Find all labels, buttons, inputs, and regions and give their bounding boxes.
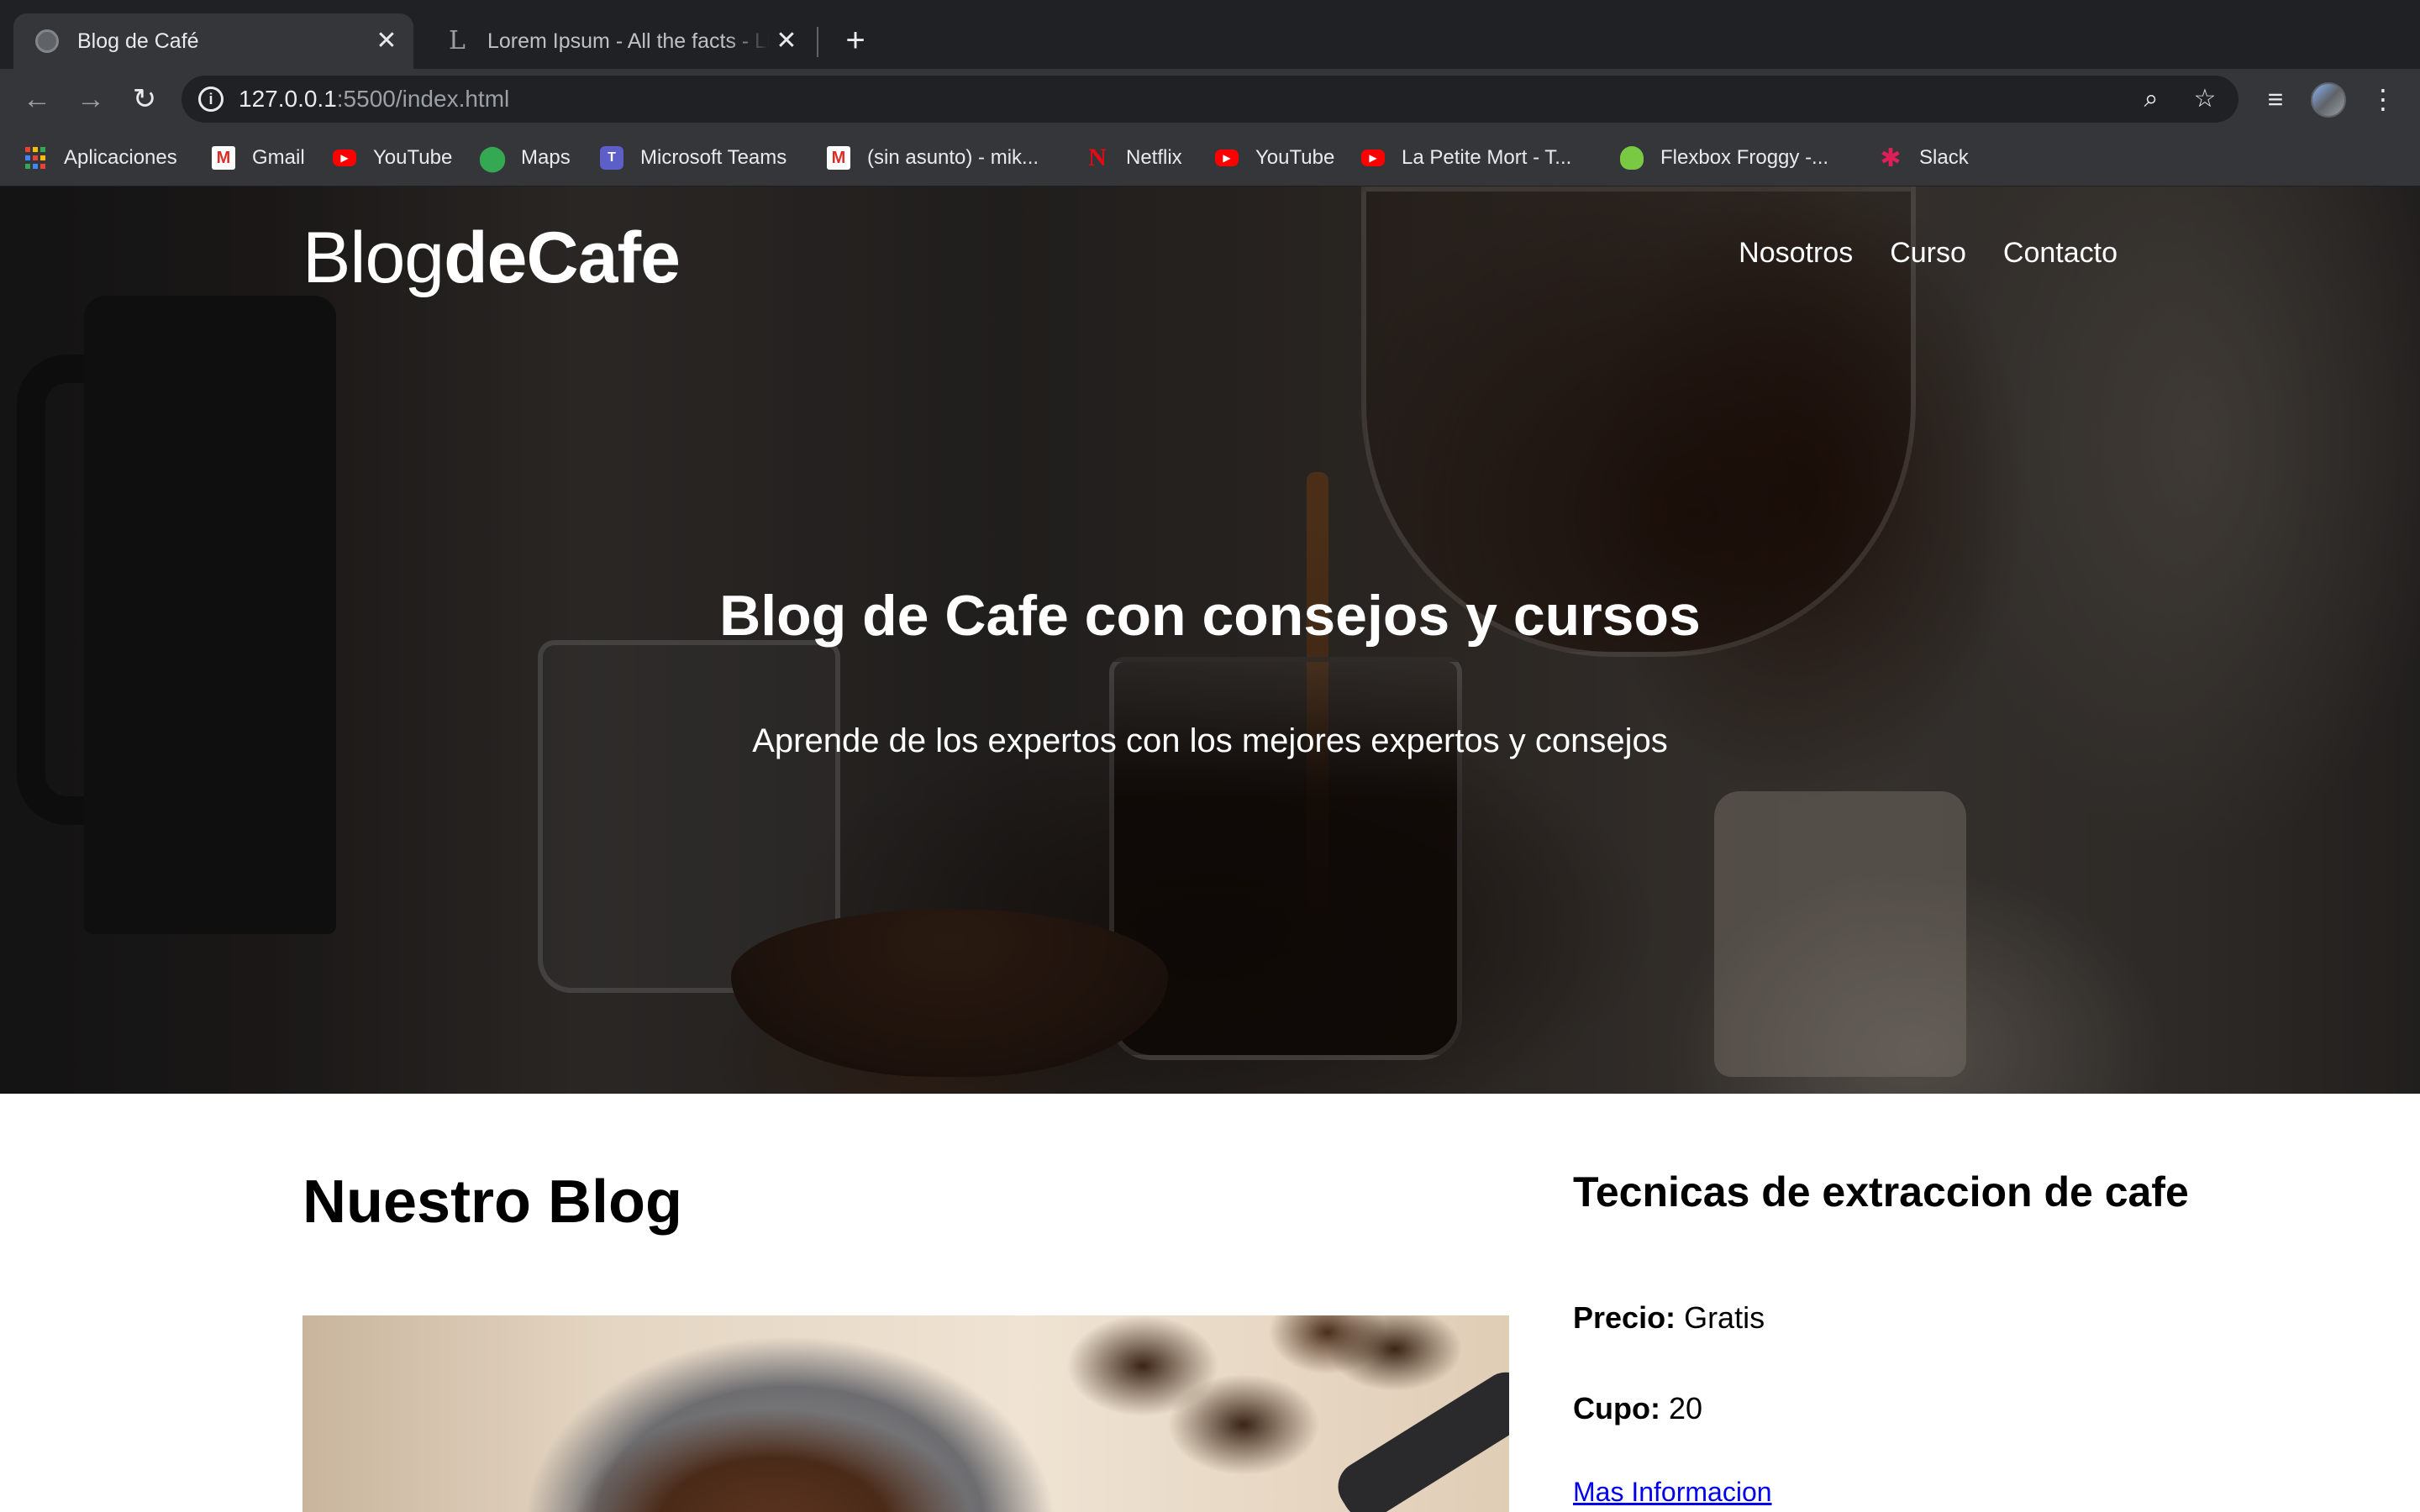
slack-icon: ✱ (1880, 144, 1902, 172)
gmail-icon: M (212, 146, 235, 170)
browser-toolbar: ← → ↻ i 127.0.0.1:5500/index.html ⌕ ☆ ≡ … (0, 69, 2420, 129)
gmail-icon: M (827, 146, 850, 170)
bookmark-label: Maps (521, 146, 571, 169)
frog-icon (1620, 146, 1644, 170)
bookmark-slack[interactable]: ✱ Slack (1879, 129, 1969, 186)
bookmark-label: (sin asunto) - mik... (867, 146, 1039, 169)
bookmark-youtube[interactable]: ▶ YouTube (333, 129, 452, 186)
tab-blog-de-cafe[interactable]: Blog de Café ✕ (13, 13, 413, 69)
bookmark-star-icon[interactable]: ☆ (2190, 84, 2220, 114)
close-tab-icon[interactable]: ✕ (770, 24, 803, 58)
bookmark-gmail[interactable]: M Gmail (212, 129, 305, 186)
address-bar[interactable]: i 127.0.0.1:5500/index.html ⌕ ☆ (182, 76, 2238, 123)
apps-grid-icon (24, 146, 47, 170)
tab-separator (817, 27, 818, 57)
course-price: Precio: Gratis (1573, 1300, 1765, 1335)
blog-section-heading: Nuestro Blog (302, 1168, 683, 1236)
more-info-link[interactable]: Mas Informacion (1573, 1477, 1772, 1508)
site-info-icon[interactable]: i (198, 87, 224, 112)
tab-title: Lorem Ipsum - All the facts - Li (487, 29, 770, 53)
bookmark-label: Flexbox Froggy -... (1660, 146, 1829, 169)
bookmark-netflix[interactable]: N Netflix (1086, 129, 1182, 186)
bookmark-aplicaciones[interactable]: Aplicaciones (24, 129, 177, 186)
youtube-icon: ▶ (333, 150, 356, 166)
tab-strip: Blog de Café ✕ L Lorem Ipsum - All the f… (0, 0, 2420, 69)
bookmark-youtube-2[interactable]: ▶ YouTube (1215, 129, 1334, 186)
bookmark-la-petite-mort[interactable]: ▶ La Petite Mort - T... (1361, 129, 1571, 186)
forward-icon[interactable]: → (72, 81, 109, 118)
hero-title: Blog de Cafe con consejos y cursos (719, 584, 1701, 648)
image-detail (1328, 1362, 1509, 1512)
hero-subtitle: Aprende de los expertos con los mejores … (752, 722, 1668, 759)
bookmark-label: Netflix (1126, 146, 1182, 169)
bookmarks-bar: Aplicaciones M Gmail ▶ YouTube ⬤ Maps T … (0, 129, 2420, 186)
teams-icon: T (600, 146, 623, 170)
bookmark-flexbox-froggy[interactable]: Flexbox Froggy -... (1620, 129, 1828, 186)
youtube-icon: ▶ (1361, 150, 1385, 166)
netflix-icon: N (1088, 144, 1107, 171)
url-text[interactable]: 127.0.0.1:5500/index.html (239, 76, 509, 123)
maps-icon: ⬤ (478, 144, 507, 172)
bookmark-microsoft-teams[interactable]: T Microsoft Teams (600, 129, 786, 186)
bookmark-label: YouTube (373, 146, 453, 169)
tab-title: Blog de Café (77, 29, 199, 53)
course-title: Tecnicas de extraccion de cafe (1573, 1168, 2189, 1215)
zoom-icon[interactable]: ⌕ (2136, 84, 2166, 114)
menu-kebab-icon[interactable]: ⋮ (2365, 81, 2402, 118)
bookmark-sin-asunto[interactable]: M (sin asunto) - mik... (827, 129, 1039, 186)
new-tab-icon[interactable]: + (837, 22, 874, 59)
nav-link-nosotros[interactable]: Nosotros (1739, 237, 1853, 279)
tab-lorem-ipsum[interactable]: L Lorem Ipsum - All the facts - Li ✕ (424, 13, 813, 69)
bookmark-label: YouTube (1255, 146, 1335, 169)
course-seats: Cupo: 20 (1573, 1391, 1703, 1425)
bookmark-maps[interactable]: ⬤ Maps (478, 129, 571, 186)
lorem-ipsum-favicon-icon: L (449, 26, 466, 55)
reload-icon[interactable]: ↻ (126, 81, 163, 118)
profile-avatar[interactable] (2311, 82, 2346, 118)
close-tab-icon[interactable]: ✕ (370, 24, 403, 58)
nav-link-curso[interactable]: Curso (1890, 237, 1966, 279)
main-navigation: Nosotros Curso Contacto (1739, 237, 2118, 279)
media-queue-icon[interactable]: ≡ (2257, 81, 2294, 118)
bookmark-label: Microsoft Teams (640, 146, 787, 169)
bookmark-label: Slack (1919, 146, 1969, 169)
nav-link-contacto[interactable]: Contacto (2003, 237, 2118, 279)
globe-icon (35, 29, 59, 53)
youtube-icon: ▶ (1215, 150, 1239, 166)
bookmark-label: Gmail (252, 146, 305, 169)
site-logo[interactable]: BlogdeCafe (302, 217, 681, 300)
bookmark-label: Aplicaciones (64, 146, 177, 169)
blog-post-image[interactable] (302, 1315, 1509, 1512)
back-icon[interactable]: ← (18, 81, 55, 118)
bookmark-label: La Petite Mort - T... (1402, 146, 1572, 169)
